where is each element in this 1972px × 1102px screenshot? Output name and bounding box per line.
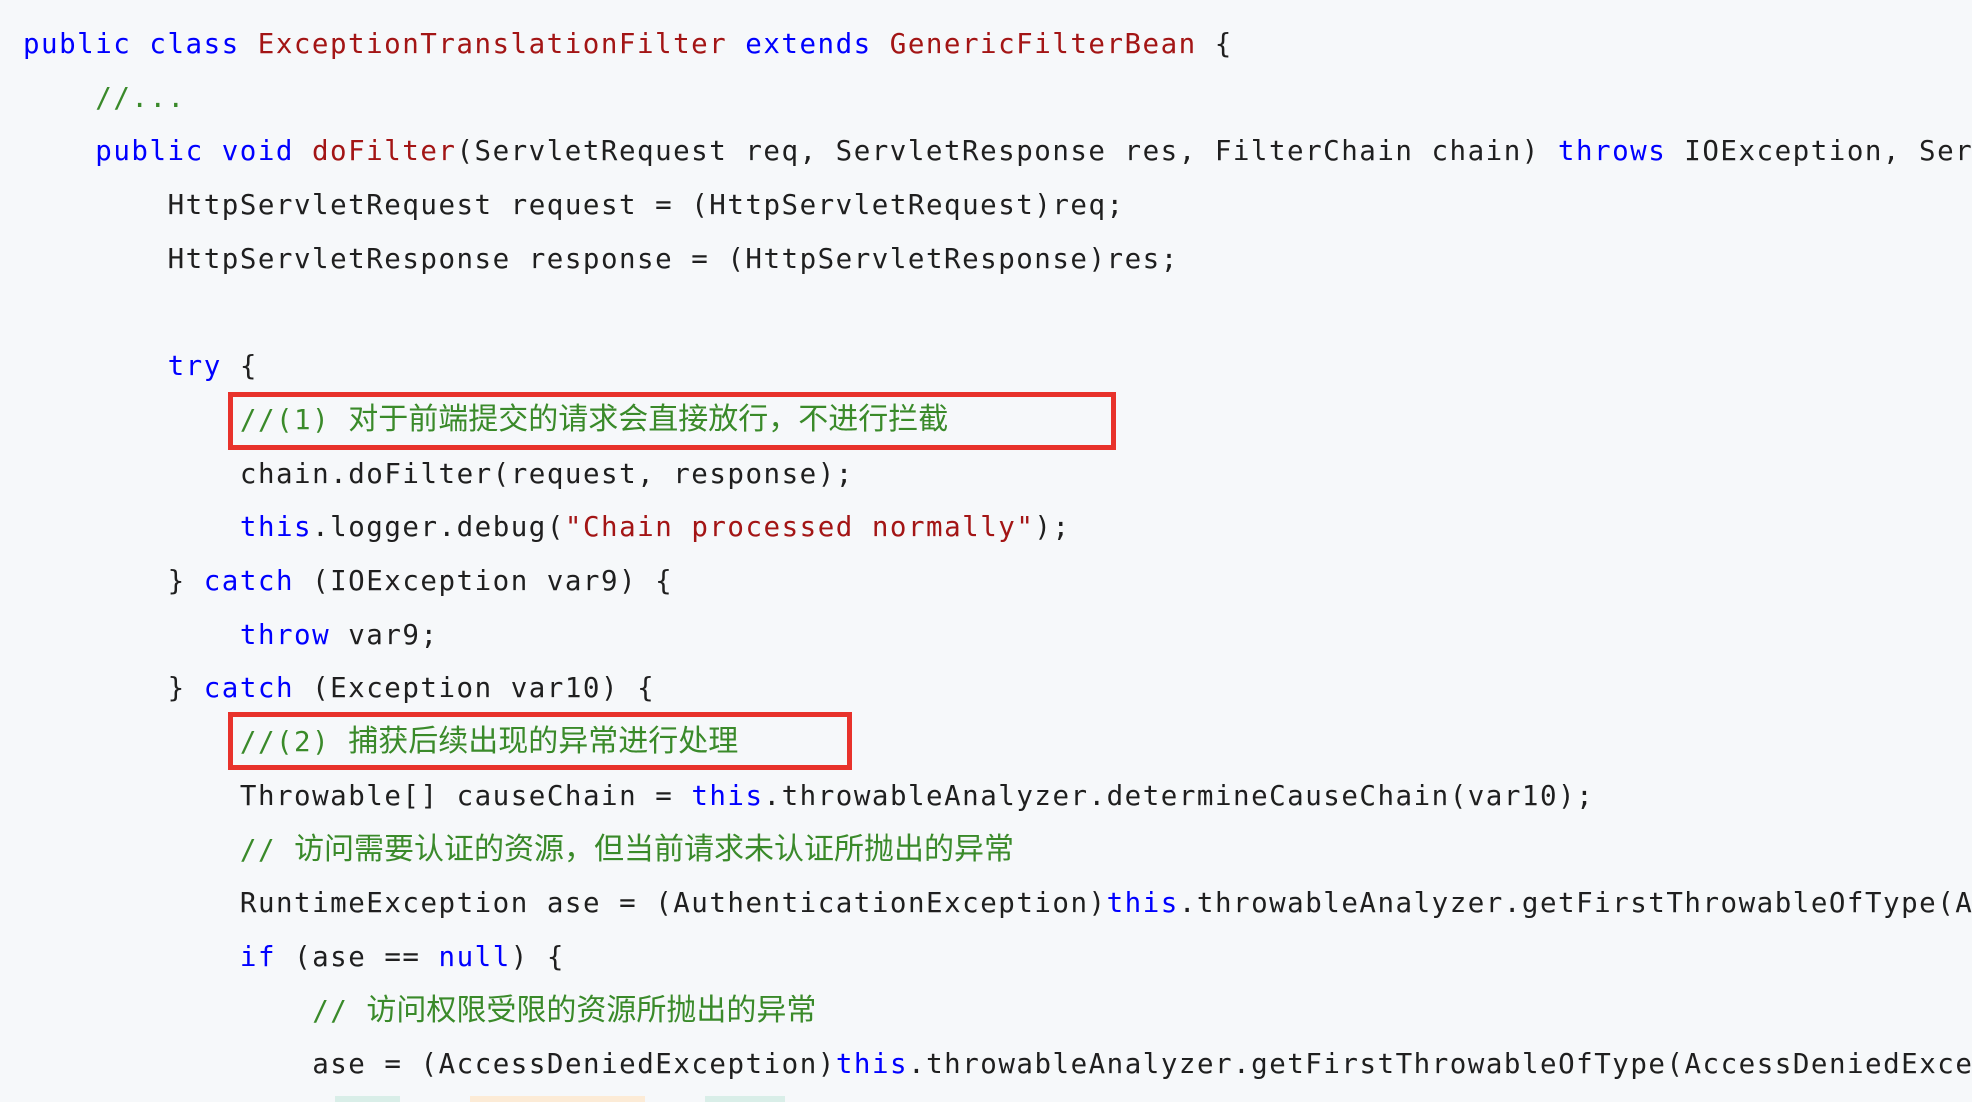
code-line: chain.doFilter(request, response); [240, 447, 854, 501]
code-line: //(2) 捕获后续出现的异常进行处理 [240, 715, 738, 769]
code-line: // 访问权限受限的资源所抛出的异常 [312, 984, 816, 1038]
code-token: .logger.debug( [312, 511, 565, 544]
code-line: } catch (Exception var10) { [168, 661, 656, 715]
code-line: HttpServletRequest request = (HttpServle… [168, 178, 1125, 232]
string-token: "Chain processed normally" [564, 511, 1035, 544]
keyword-token: extends [745, 28, 872, 60]
code-token: IOException, ServletException { [1684, 135, 1972, 168]
keyword-token: this [1106, 887, 1179, 920]
code-line: HttpServletResponse response = (HttpServ… [168, 232, 1179, 286]
code-line: //... [95, 71, 185, 125]
code-token: { [1196, 28, 1233, 60]
code-line: try { [168, 339, 258, 393]
code-line: } catch (IOException var9) { [168, 554, 674, 608]
bottom-decoration-teal-left [335, 1096, 400, 1102]
code-token: (ServletRequest req, ServletResponse res… [456, 135, 1558, 168]
code-token: ); [1034, 511, 1071, 544]
code-line: // 访问需要认证的资源，但当前请求未认证所抛出的异常 [240, 823, 1014, 877]
code-token: chain.doFilter(request, response); [239, 457, 854, 490]
keyword-token: class [149, 28, 240, 60]
code-token: { [221, 350, 258, 383]
code-token: HttpServletRequest request = (HttpServle… [167, 189, 1125, 222]
code-token: RuntimeException ase = (AuthenticationEx… [239, 887, 1107, 920]
code-line: if (ase == null) { [240, 930, 565, 984]
bottom-decoration-orange [470, 1096, 645, 1102]
comment-token: // [239, 833, 295, 866]
type-name-token: ExceptionTranslationFilter [257, 28, 728, 60]
code-token: (ase == [276, 940, 439, 973]
comment-token: 访问权限受限的资源所抛出的异常 [366, 992, 817, 1028]
keyword-token: if [239, 940, 277, 973]
code-token: .throwableAnalyzer.getFirstThrowableOfTy… [1178, 887, 1972, 920]
keyword-token: throws [1557, 135, 1667, 168]
type-name-token: GenericFilterBean [889, 28, 1197, 60]
code-line: //(1) 对于前端提交的请求会直接放行，不进行拦截 [240, 393, 948, 447]
keyword-token: catch [203, 565, 295, 597]
code-token: ase = (AccessDeniedException) [312, 1048, 836, 1081]
code-token: } [167, 672, 204, 705]
code-token: ) { [510, 940, 565, 973]
keyword-token: catch [203, 672, 295, 705]
keyword-token: try [167, 350, 222, 383]
bottom-decoration-teal-right [705, 1096, 785, 1102]
comment-token: //... [95, 81, 186, 114]
code-line: throw var9; [240, 608, 439, 662]
code-line: public void doFilter(ServletRequest req,… [95, 124, 1972, 178]
code-token: HttpServletResponse response = (HttpServ… [167, 242, 1179, 275]
code-token: (Exception var10) { [294, 672, 656, 705]
code-line: public class ExceptionTranslationFilter … [23, 17, 1233, 71]
keyword-token: null [438, 940, 511, 973]
keyword-token: void [221, 135, 294, 168]
comment-token: //(2) [239, 726, 349, 759]
code-token: } [167, 565, 204, 597]
comment-token: 访问需要认证的资源，但当前请求未认证所抛出的异常 [294, 831, 1015, 867]
code-token: .throwableAnalyzer.getFirstThrowableOfTy… [908, 1048, 1972, 1081]
code-token: .throwableAnalyzer.determineCauseChain(v… [763, 779, 1595, 812]
code-token: Throwable[] causeChain = [239, 779, 692, 812]
code-line: RuntimeException ase = (AuthenticationEx… [240, 876, 1972, 930]
comment-token: 对于前端提交的请求会直接放行，不进行拦截 [348, 401, 949, 437]
code-view: public class ExceptionTranslationFilter … [0, 0, 1972, 1102]
code-token: var9; [330, 618, 439, 651]
keyword-token: public [23, 28, 132, 60]
comment-token: // [312, 994, 367, 1027]
keyword-token: this [691, 779, 764, 812]
keyword-token: this [835, 1048, 909, 1081]
code-token: (IOException var9) { [294, 565, 674, 597]
comment-token: 捕获后续出现的异常进行处理 [348, 724, 739, 760]
code-line: this.logger.debug("Chain processed norma… [240, 500, 1071, 554]
code-line: ase = (AccessDeniedException)this.throwa… [312, 1037, 1972, 1091]
keyword-token: public [95, 135, 204, 168]
keyword-token: this [239, 511, 313, 544]
comment-token: //(1) [239, 403, 349, 436]
keyword-token: throw [239, 618, 331, 651]
type-name-token: doFilter [312, 135, 457, 168]
code-line: Throwable[] causeChain = this.throwableA… [240, 769, 1594, 823]
